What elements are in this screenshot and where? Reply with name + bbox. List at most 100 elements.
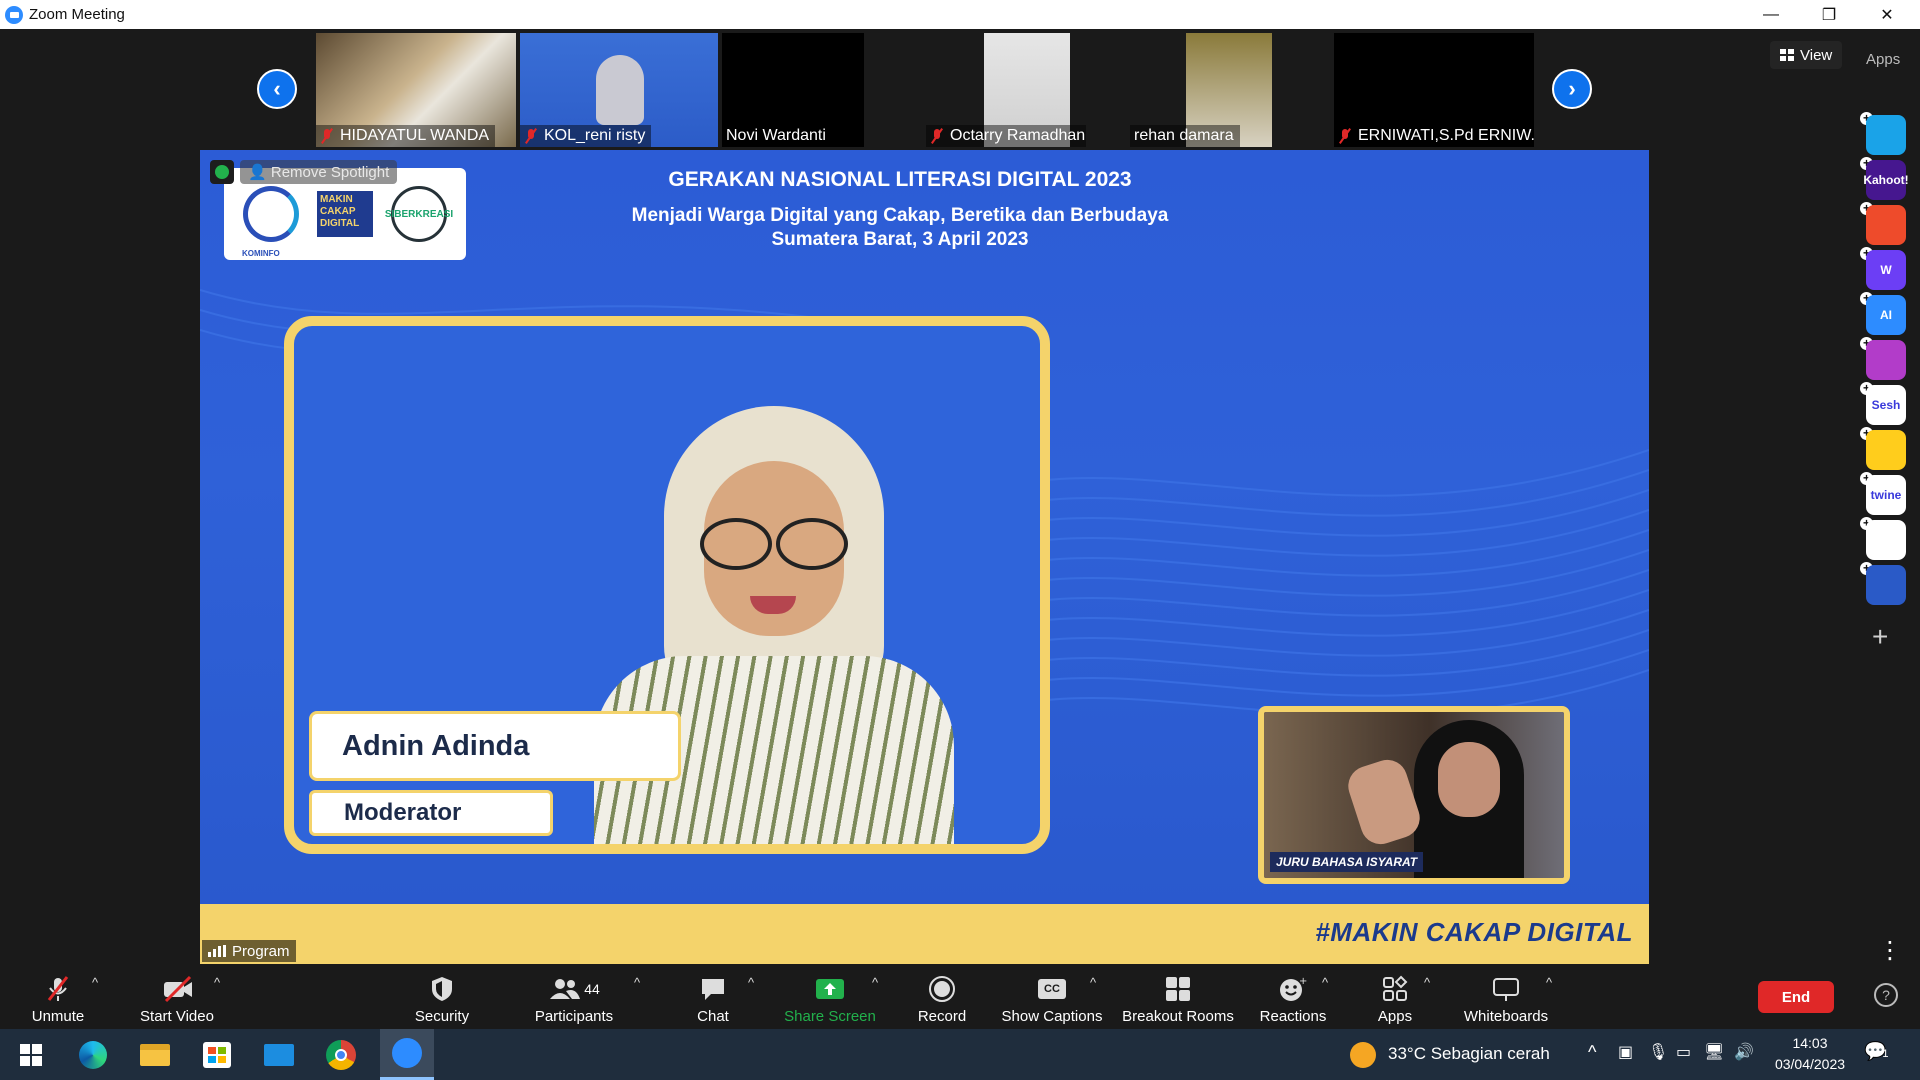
mic-muted-icon <box>43 975 73 1003</box>
share-options-caret[interactable]: ^ <box>872 975 878 990</box>
taskbar-clock-date[interactable]: 03/04/2023 <box>1770 1056 1850 1072</box>
help-icon[interactable]: ? <box>1874 983 1898 1007</box>
microsoft-store-icon[interactable] <box>200 1038 234 1072</box>
whiteboards-button[interactable]: Whiteboards <box>1456 967 1556 1029</box>
participant-tile-3[interactable]: Novi Wardanti <box>722 33 864 147</box>
makin-cakap-digital-logo: MAKIN CAKAP DIGITAL <box>317 191 373 237</box>
unmute-button[interactable]: Unmute <box>22 967 94 1029</box>
security-button[interactable]: Security <box>408 967 476 1029</box>
close-button[interactable]: ✕ <box>1858 0 1916 29</box>
blocks-app-app-icon[interactable] <box>1866 520 1906 560</box>
participants-icon: 44 <box>544 975 604 1003</box>
ai-companion-app-icon[interactable]: AI <box>1866 295 1906 335</box>
apps-button[interactable]: Apps <box>1372 967 1418 1029</box>
windows-start-icon[interactable] <box>14 1038 48 1072</box>
notification-center-icon[interactable]: 💬1 <box>1864 1041 1889 1062</box>
zoom-logo-icon <box>5 5 23 24</box>
participant-label: Octarry Ramadhani <box>926 125 1086 147</box>
audio-options-caret[interactable]: ^ <box>92 975 98 990</box>
remove-spotlight-button[interactable]: 👤 Remove Spotlight <box>240 160 398 184</box>
add-app-button[interactable]: + <box>1872 623 1888 651</box>
weather-icon <box>1346 1038 1380 1072</box>
strip-next-button[interactable]: › <box>1552 69 1592 109</box>
minimize-button[interactable]: — <box>1742 0 1800 29</box>
speaker-role-card: Moderator <box>309 790 553 836</box>
participants-count: 44 <box>584 981 600 997</box>
network-tray-icon[interactable]: 🖥 <box>1704 1042 1724 1062</box>
participant-label: Novi Wardanti <box>722 125 832 147</box>
participant-tile-4[interactable]: Octarry Ramadhani <box>926 33 1086 147</box>
chat-options-caret[interactable]: ^ <box>748 975 754 990</box>
windows-taskbar: 33°C Sebagian cerah ^ ▣ 🎙 ▭ 🖥 🔊 14:03 03… <box>0 1029 1920 1080</box>
mail-icon[interactable] <box>262 1038 296 1072</box>
volume-tray-icon[interactable]: 🔊 <box>1734 1042 1754 1062</box>
breakout-rooms-button[interactable]: Breakout Rooms <box>1120 967 1236 1029</box>
grid-view-icon <box>1780 49 1794 61</box>
participants-button[interactable]: 44 Participants <box>530 967 618 1029</box>
apps-panel-title: Apps <box>1866 51 1901 68</box>
app-red-app-icon[interactable] <box>1866 205 1906 245</box>
participant-tile-1[interactable]: HIDAYATUL WANDA <box>316 33 516 147</box>
view-button[interactable]: View <box>1770 41 1843 69</box>
mic-muted-icon <box>1338 128 1352 144</box>
weather-text[interactable]: 33°C Sebagian cerah <box>1388 1044 1550 1064</box>
arrow-app-app-icon[interactable] <box>1866 115 1906 155</box>
event-headline: GERAKAN NASIONAL LITERASI DIGITAL 2023 M… <box>620 168 1180 252</box>
participant-tile-5[interactable]: rehan damara <box>1130 33 1274 147</box>
sync-app-app-icon[interactable] <box>1866 565 1906 605</box>
speaker-name-card: Adnin Adinda <box>309 711 681 781</box>
smiley-icon: + <box>1278 975 1308 1003</box>
speaker-video <box>594 406 954 844</box>
participant-tile-6[interactable]: ERNIWATI,S.Pd ERNIW... <box>1334 33 1534 147</box>
kahoot-app-icon[interactable]: Kahoot! <box>1863 160 1909 200</box>
more-options-icon[interactable]: ⋮ <box>1878 939 1902 963</box>
spotlight-controls: 👤 Remove Spotlight <box>210 160 398 184</box>
event-title: GERAKAN NASIONAL LITERASI DIGITAL 2023 <box>668 168 1132 191</box>
person-icon: 👤 <box>248 164 271 181</box>
chat-button[interactable]: Chat <box>690 967 736 1029</box>
captions-options-caret[interactable]: ^ <box>1090 975 1096 990</box>
record-button[interactable]: Record <box>912 967 972 1029</box>
taskbar-clock-time[interactable]: 14:03 <box>1770 1035 1850 1051</box>
event-subtitle: Menjadi Warga Digital yang Cakap, Bereti… <box>631 205 1169 226</box>
participants-options-caret[interactable]: ^ <box>634 975 640 990</box>
whiteboards-options-caret[interactable]: ^ <box>1546 975 1552 990</box>
apps-options-caret[interactable]: ^ <box>1424 975 1430 990</box>
end-meeting-button[interactable]: End <box>1758 981 1834 1013</box>
video-options-caret[interactable]: ^ <box>214 975 220 990</box>
edge-browser-icon[interactable] <box>76 1038 110 1072</box>
campaign-hashtag: #MAKIN CAKAP DIGITAL <box>1315 917 1633 947</box>
strip-prev-button[interactable]: ‹ <box>257 69 297 109</box>
event-date-location: Sumatera Barat, 3 April 2023 <box>771 229 1029 250</box>
chrome-icon[interactable] <box>324 1038 358 1072</box>
tray-expand-icon[interactable]: ^ <box>1588 1042 1596 1063</box>
wooclap-app-icon[interactable]: W <box>1866 250 1906 290</box>
restore-button[interactable]: ❐ <box>1800 0 1858 29</box>
reactions-options-caret[interactable]: ^ <box>1322 975 1328 990</box>
spotlight-video[interactable]: KOMINFO MAKIN CAKAP DIGITAL SIBERKREASI … <box>200 150 1649 964</box>
participant-tile-2[interactable]: KOL_reni risty <box>520 33 718 147</box>
emoji-app-app-icon[interactable] <box>1866 430 1906 470</box>
interpreter-label: JURU BAHASA ISYARAT <box>1270 852 1424 872</box>
participant-label: ERNIWATI,S.Pd ERNIW... <box>1334 125 1534 147</box>
file-explorer-icon[interactable] <box>138 1038 172 1072</box>
mic-muted-icon <box>524 128 538 144</box>
meeting-toolbar: Unmute ^ Start Video ^ Security 44 Parti… <box>0 967 1920 1029</box>
microphone-tray-icon[interactable]: 🎙 <box>1648 1042 1668 1062</box>
battery-tray-icon[interactable]: ▭ <box>1676 1042 1691 1062</box>
camera-tray-icon[interactable]: ▣ <box>1618 1042 1633 1062</box>
participant-name: rehan damara <box>1134 127 1234 144</box>
start-video-button[interactable]: Start Video <box>132 967 222 1029</box>
twine-app-icon[interactable]: twine <box>1866 475 1906 515</box>
participant-label: HIDAYATUL WANDA <box>316 125 496 147</box>
sesh-app-icon[interactable]: Sesh <box>1866 385 1906 425</box>
share-screen-button[interactable]: Share Screen <box>782 967 878 1029</box>
participant-name: Novi Wardanti <box>726 127 826 144</box>
video-off-icon <box>162 975 192 1003</box>
participant-avatar <box>596 55 644 125</box>
purple-app-app-icon[interactable] <box>1866 340 1906 380</box>
reactions-button[interactable]: + Reactions <box>1258 967 1328 1029</box>
zoom-taskbar-icon[interactable] <box>380 1029 434 1080</box>
program-audio-badge[interactable]: Program <box>202 940 296 962</box>
chat-icon <box>698 975 728 1003</box>
